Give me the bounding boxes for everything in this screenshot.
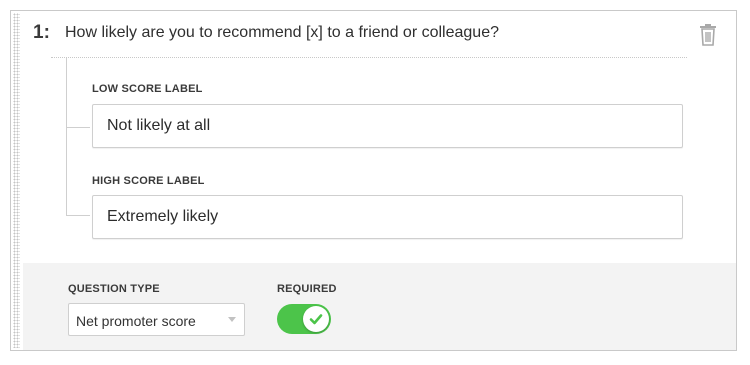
required-label: REQUIRED [277, 283, 337, 295]
trash-icon[interactable] [698, 23, 718, 47]
caret-down-icon [228, 317, 236, 322]
checkmark-icon [309, 314, 323, 325]
question-text[interactable]: How likely are you to recommend [x] to a… [65, 24, 499, 42]
low-score-label: LOW SCORE LABEL [92, 83, 203, 95]
question-settings-footer: QUESTION TYPE Net promoter score REQUIRE… [23, 263, 736, 350]
toggle-knob [303, 306, 329, 332]
required-toggle[interactable] [277, 304, 331, 334]
question-header: 1: How likely are you to recommend [x] t… [11, 11, 736, 59]
high-score-label: HIGH SCORE LABEL [92, 175, 205, 187]
question-card: 1: How likely are you to recommend [x] t… [10, 10, 737, 351]
low-score-input[interactable] [92, 104, 683, 148]
question-type-label: QUESTION TYPE [68, 283, 160, 295]
question-type-value: Net promoter score [76, 313, 196, 329]
high-score-input[interactable] [92, 195, 683, 239]
question-number: 1: [33, 22, 50, 43]
tree-branch-low [66, 127, 90, 128]
question-type-select[interactable]: Net promoter score [68, 303, 245, 336]
question-divider [51, 57, 687, 58]
tree-connector [66, 58, 67, 215]
tree-branch-high [66, 215, 90, 216]
drag-handle-icon[interactable] [13, 13, 20, 348]
